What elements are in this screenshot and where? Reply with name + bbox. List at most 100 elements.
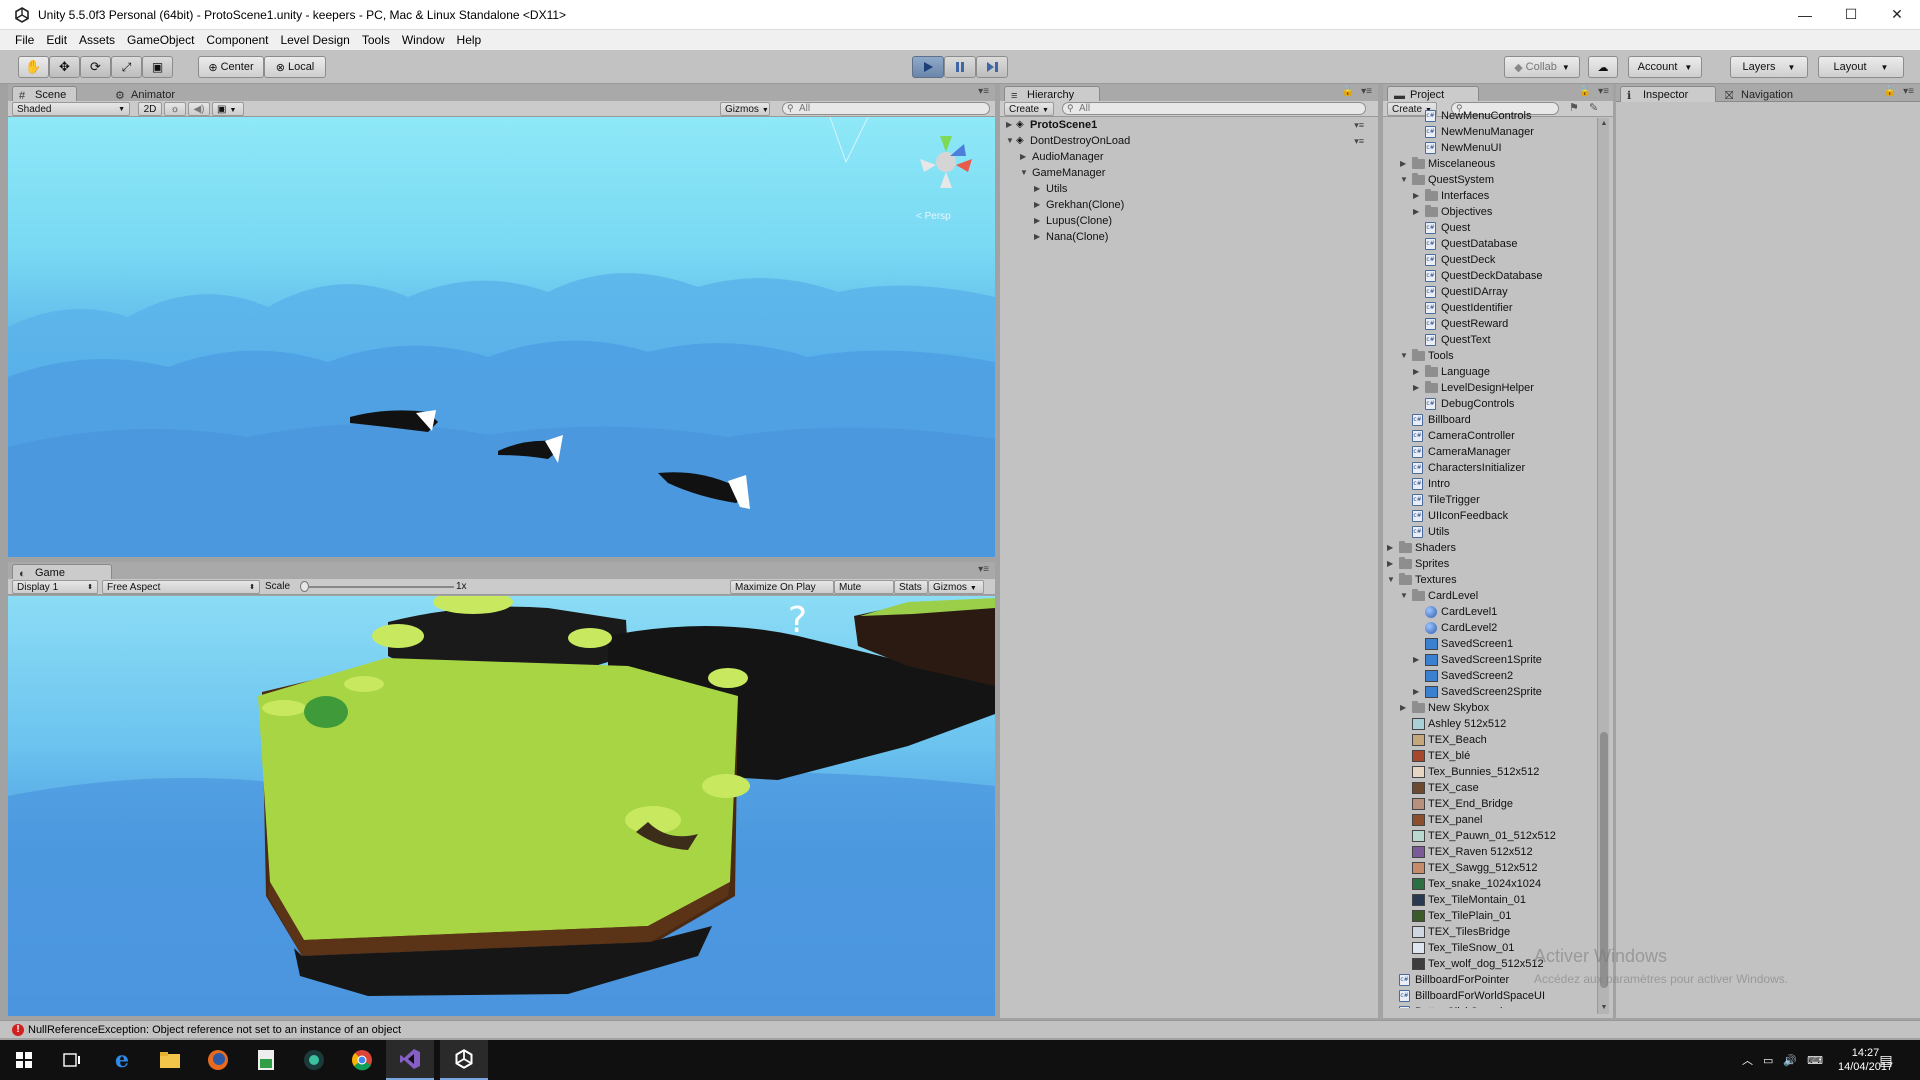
hierarchy-item[interactable]: ▶ ◈ ▾≡ ProtoScene1	[1000, 117, 1370, 133]
collapsed-arrow-icon[interactable]: ▶	[1034, 197, 1040, 213]
persp-label[interactable]: < Persp	[916, 211, 951, 222]
collapsed-arrow-icon[interactable]: ▶	[1413, 380, 1419, 396]
tab-navigation[interactable]: ⛝ Navigation	[1718, 86, 1804, 102]
project-item[interactable]: ▶ Interfaces	[1383, 188, 1595, 204]
menu-file[interactable]: File	[9, 30, 40, 50]
menu-help[interactable]: Help	[451, 30, 488, 50]
console-status-bar[interactable]: ! NullReferenceException: Object referen…	[0, 1020, 1920, 1038]
scene-menu-icon[interactable]: ▾≡	[1354, 133, 1364, 149]
menu-tools[interactable]: Tools	[356, 30, 396, 50]
project-item[interactable]: c# QuestDeck	[1383, 252, 1595, 268]
project-item[interactable]: c# QuestIdentifier	[1383, 300, 1595, 316]
project-item[interactable]: ▶ SavedScreen2Sprite	[1383, 684, 1595, 700]
taskbar-visual-studio[interactable]	[386, 1040, 434, 1080]
scene-menu-icon[interactable]: ▾≡	[1354, 117, 1364, 133]
hierarchy-item[interactable]: ▶ Utils	[1000, 181, 1370, 197]
expanded-arrow-icon[interactable]: ▼	[1400, 588, 1408, 604]
close-button[interactable]: ✕	[1874, 0, 1920, 30]
hierarchy-item[interactable]: ▼ ◈ ▾≡ DontDestroyOnLoad	[1000, 133, 1370, 149]
collapsed-arrow-icon[interactable]: ▶	[1400, 700, 1406, 716]
volume-icon[interactable]: 🔊	[1783, 1054, 1797, 1067]
lock-icon[interactable]: 🔒	[1342, 86, 1354, 97]
task-view-button[interactable]	[48, 1040, 96, 1080]
project-item[interactable]: TEX_TilesBridge	[1383, 924, 1595, 940]
move-tool-button[interactable]: ✥	[49, 56, 80, 78]
project-item[interactable]: ▶ Objectives	[1383, 204, 1595, 220]
hierarchy-item[interactable]: ▶ Nana(Clone)	[1000, 229, 1370, 245]
menu-edit[interactable]: Edit	[40, 30, 73, 50]
account-dropdown[interactable]: Account ▼	[1628, 56, 1702, 78]
taskbar-firefox[interactable]	[194, 1040, 242, 1080]
project-item[interactable]: SavedScreen1	[1383, 636, 1595, 652]
expanded-arrow-icon[interactable]: ▼	[1400, 348, 1408, 364]
layers-dropdown[interactable]: Layers ▼	[1730, 56, 1808, 78]
project-item[interactable]: c# QuestText	[1383, 332, 1595, 348]
project-item[interactable]: c# Billboard	[1383, 412, 1595, 428]
network-icon[interactable]: ▭	[1763, 1054, 1773, 1067]
project-item[interactable]: ▶ SavedScreen1Sprite	[1383, 652, 1595, 668]
project-item[interactable]: c# CharactersInitializer	[1383, 460, 1595, 476]
scale-tool-button[interactable]: ⤢	[111, 56, 142, 78]
maximize-on-play-toggle[interactable]: Maximize On Play	[730, 580, 834, 594]
tab-scene[interactable]: # Scene	[12, 86, 78, 102]
layout-dropdown[interactable]: Layout ▼	[1818, 56, 1904, 78]
project-item[interactable]: Tex_Bunnies_512x512	[1383, 764, 1595, 780]
maximize-button[interactable]: ☐	[1828, 0, 1874, 30]
quest-marker[interactable]: ?	[788, 600, 807, 641]
scene-search-input[interactable]: ⚲ All	[782, 102, 990, 115]
project-item[interactable]: c# QuestIDArray	[1383, 284, 1595, 300]
panel-menu-icon[interactable]: ▾≡	[978, 564, 989, 575]
project-item[interactable]: Ashley 512x512	[1383, 716, 1595, 732]
project-item[interactable]: c# Quest	[1383, 220, 1595, 236]
collab-dropdown[interactable]: ◆ Collab ▼	[1504, 56, 1580, 78]
project-item[interactable]: ▶ Miscelaneous	[1383, 156, 1595, 172]
project-item[interactable]: CardLevel1	[1383, 604, 1595, 620]
panel-menu-icon[interactable]: ▾≡	[1903, 86, 1914, 97]
expanded-arrow-icon[interactable]: ▼	[1006, 133, 1014, 149]
collapsed-arrow-icon[interactable]: ▶	[1387, 556, 1393, 572]
hierarchy-search-input[interactable]: ⚲ All	[1062, 102, 1366, 115]
project-item[interactable]: TEX_Beach	[1383, 732, 1595, 748]
project-item[interactable]: CardLevel2	[1383, 620, 1595, 636]
project-item[interactable]: TEX_case	[1383, 780, 1595, 796]
project-item[interactable]: c# Utils	[1383, 524, 1595, 540]
project-item[interactable]: c# NewMenuUI	[1383, 140, 1595, 156]
project-item[interactable]: TEX_End_Bridge	[1383, 796, 1595, 812]
rect-tool-button[interactable]: ▣	[142, 56, 173, 78]
panel-menu-icon[interactable]: ▾≡	[1361, 86, 1372, 97]
shading-dropdown[interactable]: Shaded ▼	[12, 102, 130, 116]
collapsed-arrow-icon[interactable]: ▶	[1400, 156, 1406, 172]
scroll-down-icon[interactable]: ▼	[1598, 1002, 1610, 1014]
hierarchy-item[interactable]: ▶ AudioManager	[1000, 149, 1370, 165]
stats-toggle[interactable]: Stats	[894, 580, 928, 594]
hierarchy-item[interactable]: ▼ GameManager	[1000, 165, 1370, 181]
project-item[interactable]: ▶ LevelDesignHelper	[1383, 380, 1595, 396]
lock-icon[interactable]: 🔒	[1884, 86, 1896, 97]
collapsed-arrow-icon[interactable]: ▶	[1413, 364, 1419, 380]
minimize-button[interactable]: —	[1782, 0, 1828, 30]
collapsed-arrow-icon[interactable]: ▶	[1413, 652, 1419, 668]
project-item[interactable]: TEX_Sawgg_512x512	[1383, 860, 1595, 876]
rotate-tool-button[interactable]: ⟳	[80, 56, 111, 78]
project-item[interactable]: ▼ CardLevel	[1383, 588, 1595, 604]
pivot-local-button[interactable]: ⊗ Local	[264, 56, 326, 78]
scene-view[interactable]: < Persp	[8, 117, 995, 557]
collapsed-arrow-icon[interactable]: ▶	[1020, 149, 1026, 165]
collapsed-arrow-icon[interactable]: ▶	[1034, 229, 1040, 245]
collapsed-arrow-icon[interactable]: ▶	[1413, 204, 1419, 220]
hand-tool-button[interactable]: ✋	[18, 56, 49, 78]
taskbar-file-explorer[interactable]	[146, 1040, 194, 1080]
project-item[interactable]: ▶ Shaders	[1383, 540, 1595, 556]
keyboard-icon[interactable]: ⌨	[1807, 1054, 1823, 1067]
project-item[interactable]: c# QuestDatabase	[1383, 236, 1595, 252]
project-item[interactable]: Tex_TileMontain_01	[1383, 892, 1595, 908]
mode-2d-toggle[interactable]: 2D	[138, 102, 162, 116]
project-item[interactable]: c# QuestReward	[1383, 316, 1595, 332]
scene-gizmos-dropdown[interactable]: Gizmos ▼	[720, 102, 770, 116]
panel-menu-icon[interactable]: ▾≡	[978, 86, 989, 97]
scale-slider-handle[interactable]	[300, 581, 309, 592]
project-item[interactable]: ▼ QuestSystem	[1383, 172, 1595, 188]
taskbar-chrome[interactable]	[338, 1040, 386, 1080]
project-item[interactable]: ▶ Sprites	[1383, 556, 1595, 572]
start-button[interactable]	[0, 1040, 48, 1080]
